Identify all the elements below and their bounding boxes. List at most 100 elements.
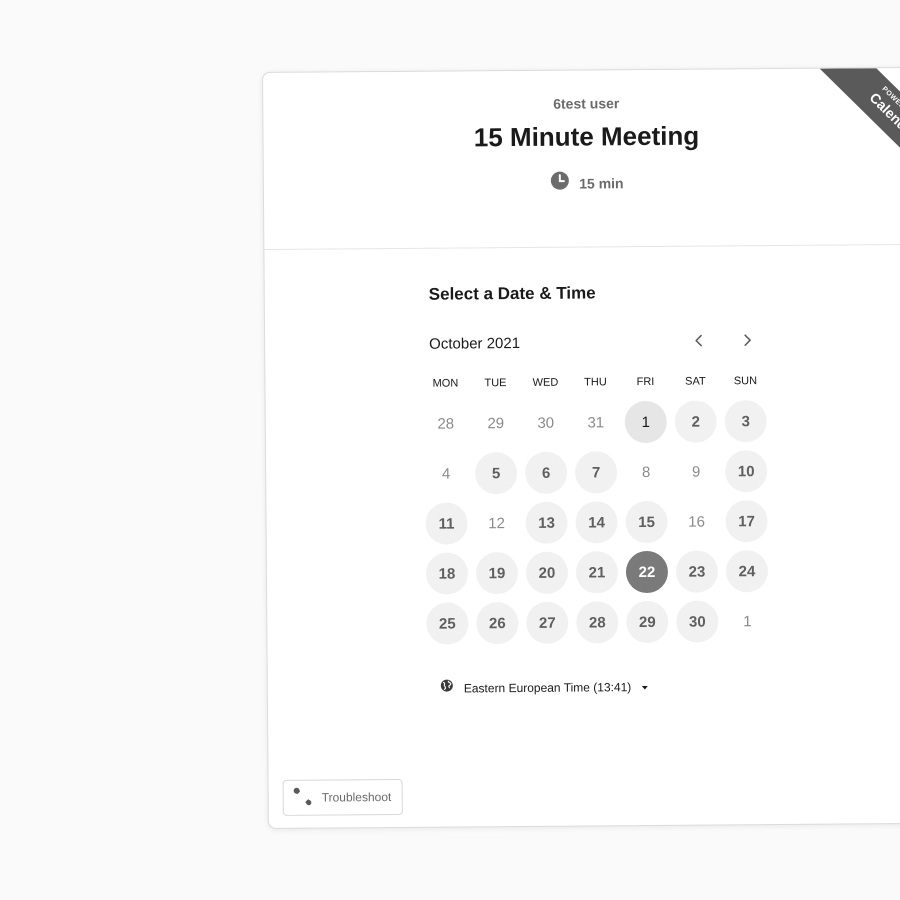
calendar-day: 4 (421, 448, 471, 498)
weekday-label: MON (432, 377, 459, 390)
clock-icon (550, 171, 570, 196)
troubleshoot-label: Troubleshoot (321, 790, 392, 805)
calendar-day[interactable]: 5 (471, 448, 521, 498)
calendar-day-number: 29 (487, 414, 505, 432)
calendar-day[interactable]: 11 (421, 498, 471, 548)
calendar-day[interactable]: 18 (422, 548, 472, 598)
page: 6test user 15 Minute Meeting 15 min POWE… (0, 0, 900, 900)
calendar-day[interactable]: 13 (521, 498, 571, 548)
calendar-day-number: 7 (574, 451, 618, 494)
calendar-day[interactable]: 30 (672, 596, 722, 646)
calendar-day-number: 30 (676, 600, 719, 643)
calendar-day-number: 15 (625, 500, 668, 544)
weekday-label: SAT (685, 375, 706, 388)
scheduler-body: Select a Date & Time October 2021 MON TU… (264, 245, 900, 828)
timezone-label: Eastern European Time (13:41) (463, 679, 632, 695)
calendar-day-number: 29 (626, 600, 669, 644)
ribbon-band[interactable]: POWERED BY Calendly (812, 67, 900, 195)
month-navigation: October 2021 (429, 330, 759, 357)
calendar-day-number: 28 (437, 415, 455, 433)
calendar-day-number: 13 (525, 501, 568, 544)
calendar-day-number: 6 (524, 451, 568, 494)
calendar-day-number: 31 (587, 413, 605, 431)
calendar-day[interactable]: 24 (722, 546, 772, 596)
weekday-header: MON TUE WED THU FRI SAT SUN (420, 374, 770, 399)
globe-icon (440, 679, 454, 698)
calendar-day[interactable]: 29 (622, 597, 672, 647)
calendar-day[interactable]: 10 (721, 446, 771, 496)
calendar-day-number: 5 (474, 452, 518, 495)
weekday-label: THU (584, 376, 607, 389)
wrench-icon (292, 784, 314, 811)
calendar-day-number: 2 (674, 400, 717, 443)
calendar-day-number: 30 (537, 414, 555, 432)
event-owner: 6test user (553, 95, 620, 112)
calendar-day[interactable]: 19 (472, 548, 522, 598)
calendar-day-number: 28 (576, 601, 619, 644)
troubleshoot-button[interactable]: Troubleshoot (282, 778, 403, 816)
days-grid: 28 29 30 31 1 2 3 4 5 6 7 8 9 10 11 12 13 14 15 16 17 18 19 20 2… (421, 396, 773, 649)
calendar-day[interactable]: 23 (672, 546, 722, 596)
calendar-day-number: 18 (425, 552, 469, 595)
calendar-day: 28 (421, 398, 471, 448)
calendar-day-number: 24 (725, 550, 769, 593)
calendar-day[interactable]: 26 (472, 598, 522, 648)
section-title: Select a Date & Time (428, 283, 596, 304)
calendar-day[interactable]: 3 (721, 396, 771, 446)
event-title: 15 Minute Meeting (473, 120, 700, 153)
calendar-day[interactable]: 25 (422, 598, 472, 648)
previous-month-button[interactable] (687, 330, 711, 354)
calendar-day-number: 9 (691, 463, 701, 481)
calendar-day-number: 1 (743, 612, 752, 630)
calendar-day[interactable]: 1 (621, 397, 671, 447)
calendar-day[interactable]: 27 (522, 598, 572, 648)
calendar-day-number: 11 (425, 502, 468, 545)
calendar-day[interactable]: 21 (572, 547, 622, 597)
ribbon-brand: Calendly (866, 89, 900, 142)
calendar-day-number: 3 (724, 400, 767, 443)
caret-down-icon (641, 677, 649, 695)
calendar-day-number: 19 (475, 552, 519, 595)
calendar-day: 12 (471, 498, 521, 548)
calendar-grid: MON TUE WED THU FRI SAT SUN 28 29 30 31 1 2 3 4… (420, 374, 772, 649)
calendar-day-number: 8 (641, 463, 651, 481)
calendar-day-number: 23 (675, 550, 719, 593)
calendar-day-number: 14 (575, 501, 618, 544)
calendar-day: 29 (471, 398, 521, 448)
event-header: 6test user 15 Minute Meeting 15 min POWE… (263, 67, 900, 250)
weekday-label: WED (532, 376, 559, 389)
timezone-selector[interactable]: Eastern European Time (13:41) (440, 677, 650, 698)
event-duration: 15 min (264, 168, 900, 198)
calendar-day-number: 20 (525, 551, 569, 594)
calendar-day-number: 12 (488, 514, 505, 532)
calendar-day[interactable]: 7 (571, 447, 621, 497)
calendar-day: 1 (722, 596, 772, 646)
calendar-day-number: 10 (724, 450, 768, 493)
calendar-day[interactable]: 28 (572, 597, 622, 647)
calendar-day[interactable]: 6 (521, 448, 571, 498)
calendar-day-number: 1 (624, 400, 667, 444)
calendar-day[interactable]: 2 (671, 396, 721, 446)
powered-by-ribbon[interactable]: POWERED BY Calendly (812, 67, 900, 199)
next-month-button[interactable] (735, 330, 759, 354)
calendar-day[interactable]: 20 (522, 548, 572, 598)
weekday-label: FRI (636, 375, 655, 389)
chevron-right-icon (741, 333, 753, 352)
calendar-day: 30 (521, 398, 571, 448)
month-label: October 2021 (429, 334, 521, 353)
calendar-day[interactable]: 17 (721, 496, 771, 546)
calendar-day[interactable]: 14 (571, 497, 621, 547)
weekday-label: TUE (484, 377, 507, 390)
calendar-day: 31 (571, 397, 621, 447)
calendar-day-selected[interactable]: 22 (622, 547, 672, 597)
calendar-day: 8 (621, 447, 671, 497)
calendar-day-number: 17 (725, 500, 768, 543)
calendar-day-number: 16 (688, 513, 705, 531)
calendar-day-number: 26 (476, 602, 519, 645)
calendar-day-number: 4 (441, 465, 451, 483)
calendar-day: 16 (671, 496, 721, 546)
booking-card: 6test user 15 Minute Meeting 15 min POWE… (262, 66, 900, 829)
calendar-day-number: 25 (426, 602, 469, 645)
calendar-day[interactable]: 15 (621, 497, 671, 547)
calendar-day-number: 22 (625, 550, 669, 594)
